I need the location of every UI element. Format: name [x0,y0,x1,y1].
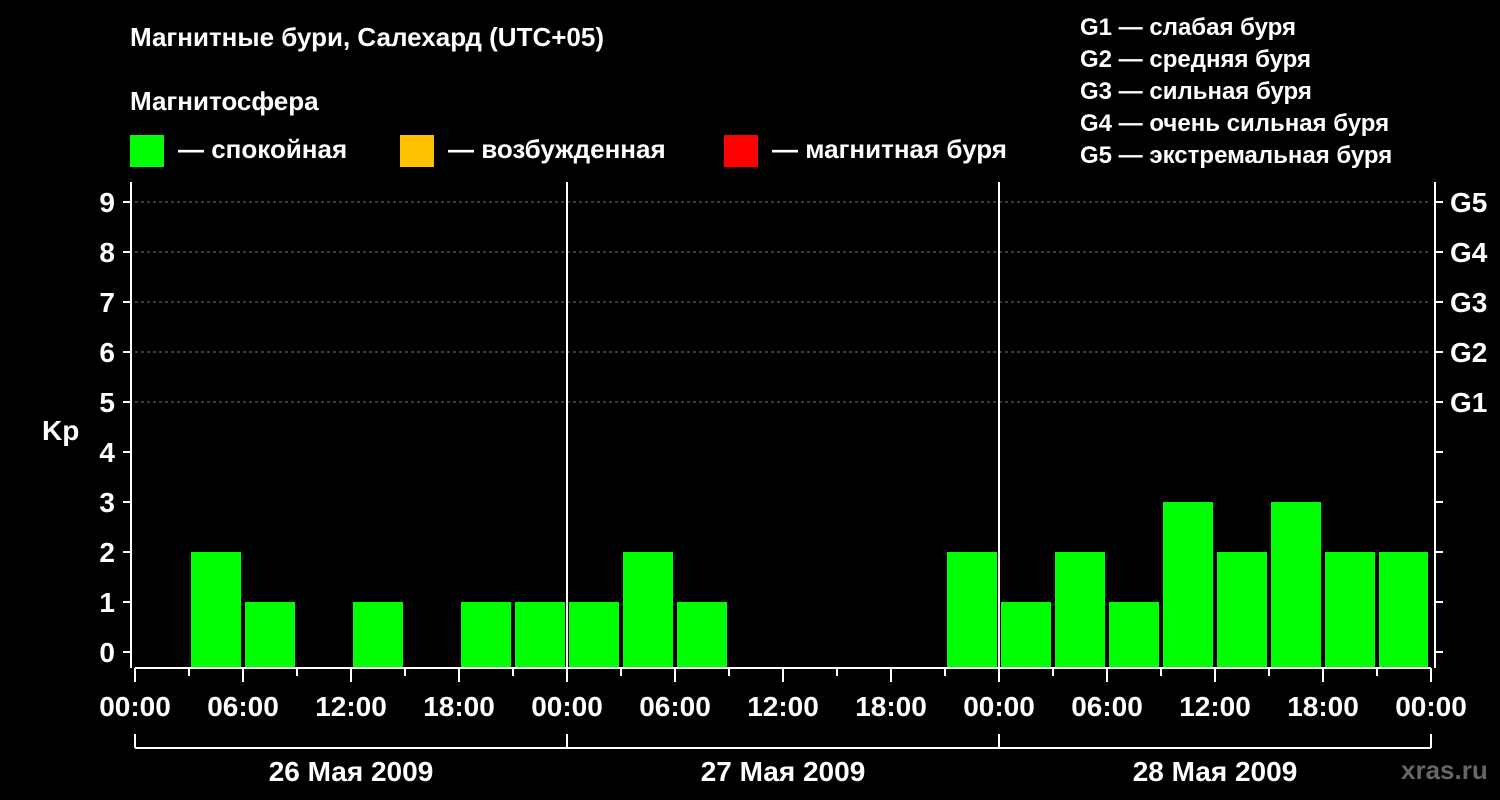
bar [623,552,673,668]
x-tick-label: 00:00 [531,691,603,722]
y-tick-label: 0 [99,637,115,668]
x-tick-label: 00:00 [99,691,171,722]
bar [515,602,565,668]
g-scale-label: G5 [1450,187,1487,218]
y-tick-label: 2 [99,537,115,568]
bar [1055,552,1105,668]
x-tick-label: 06:00 [639,691,711,722]
bar [461,602,511,668]
x-tick-label: 18:00 [1287,691,1359,722]
bar [245,602,295,668]
x-tick-label: 12:00 [315,691,387,722]
bar [1109,602,1159,668]
x-tick-label: 18:00 [855,691,927,722]
y-tick-label: 8 [99,237,115,268]
bar [1001,602,1051,668]
kp-chart: 0 1 2 3 4 5 6 7 8 9 G1 G2 G3 G4 G5 Kp 00:00 06:00 12:00 18:… [42,182,1488,787]
y-axis-label: Kp [42,415,79,446]
y-tick-label: 3 [99,487,115,518]
day-label: 27 Мая 2009 [701,756,866,787]
y-tick-label: 5 [99,387,115,418]
x-tick-label: 12:00 [1179,691,1251,722]
g-scale-label: G2 [1450,337,1487,368]
x-tick-label: 00:00 [963,691,1035,722]
bar [677,602,727,668]
bar [353,602,403,668]
bar [1217,552,1267,668]
y-tick-label: 7 [99,287,115,318]
y-tick-label: 6 [99,337,115,368]
day-label: 26 Мая 2009 [269,756,434,787]
bar [1163,502,1213,668]
bar [1379,552,1428,668]
x-tick-label: 00:00 [1395,691,1467,722]
bar [947,552,997,668]
bar [569,602,619,668]
g-scale-label: G1 [1450,387,1487,418]
y-tick-label: 1 [99,587,115,618]
bar [1325,552,1375,668]
x-tick-label: 06:00 [207,691,279,722]
bar [1271,502,1321,668]
bar [191,552,241,668]
y-tick-label: 4 [99,437,115,468]
x-tick-label: 06:00 [1071,691,1143,722]
x-tick-label: 18:00 [423,691,495,722]
g-scale-label: G4 [1450,237,1488,268]
y-tick-label: 9 [99,187,115,218]
g-scale-label: G3 [1450,287,1487,318]
watermark: xras.ru [1401,755,1488,785]
x-tick-label: 12:00 [747,691,819,722]
day-label: 28 Мая 2009 [1133,756,1298,787]
